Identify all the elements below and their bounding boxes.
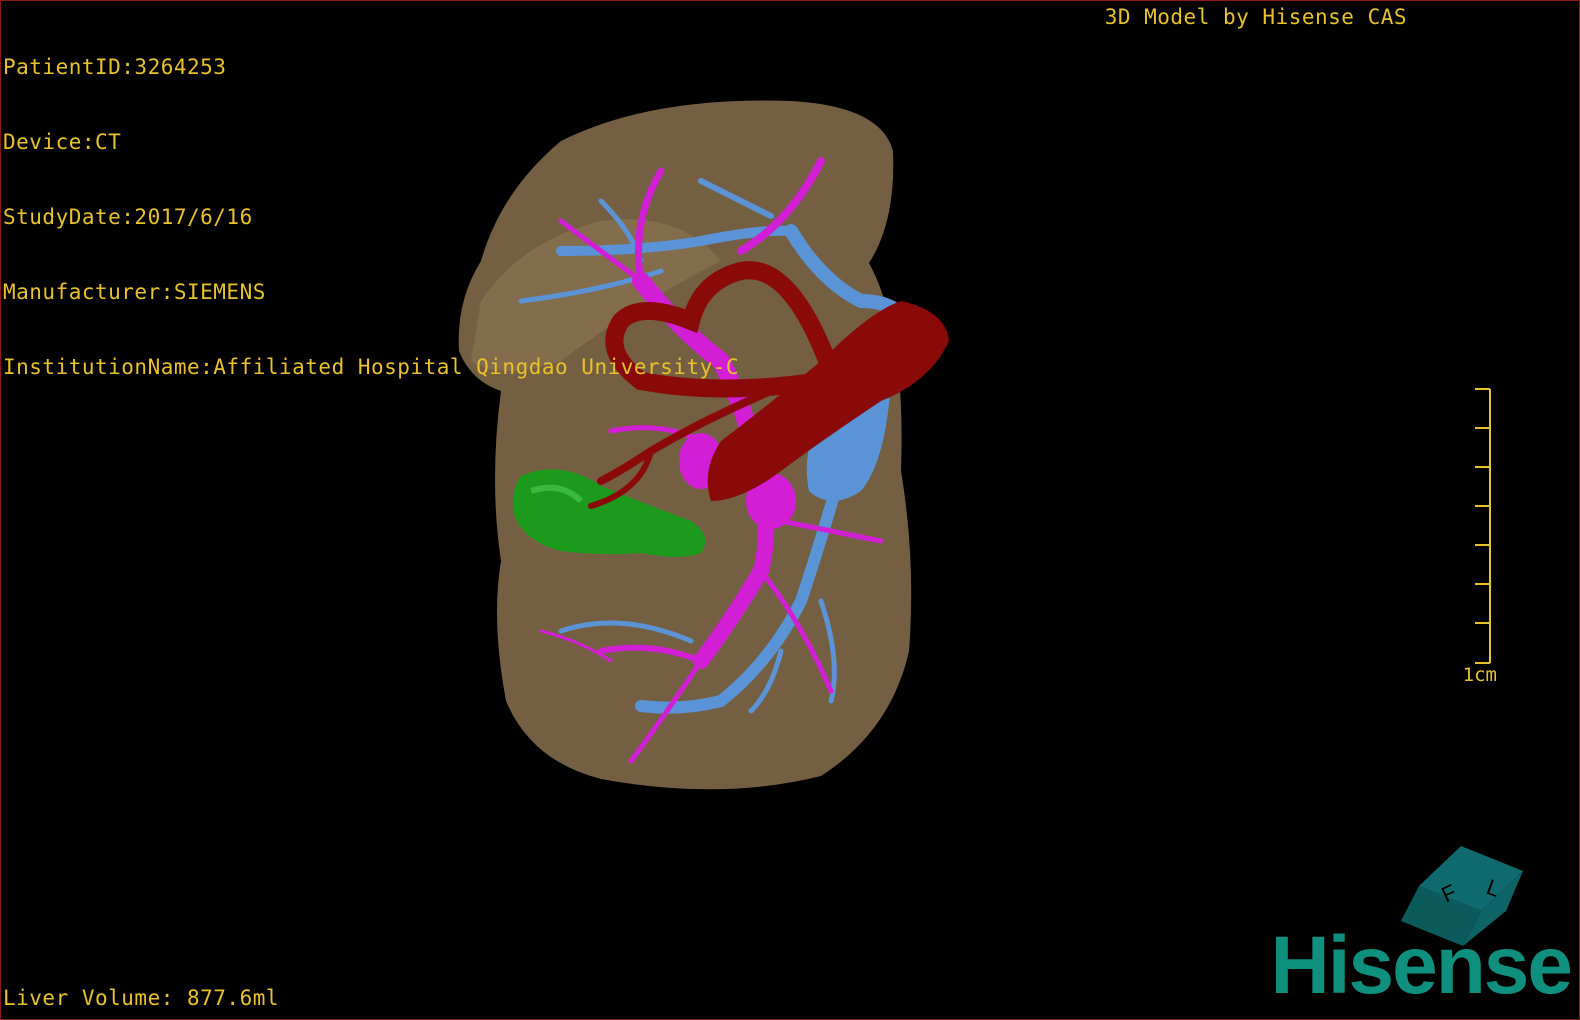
3d-viewport[interactable]: F L PatientID:3264253 Device:CT StudyDat… xyxy=(0,0,1580,1020)
institution-name: InstitutionName:Affiliated Hospital Qing… xyxy=(3,355,740,379)
hisense-logo: Hisense xyxy=(1270,920,1573,1011)
liver-volume: Liver Volume: 877.6ml xyxy=(3,986,280,1010)
scale-bar-label: 1cm xyxy=(1462,664,1497,686)
manufacturer: Manufacturer:SIEMENS xyxy=(3,280,266,304)
patient-id: PatientID:3264253 xyxy=(3,55,227,79)
scale-bar xyxy=(1475,388,1491,664)
model-title: 3D Model by Hisense CAS xyxy=(1104,5,1407,29)
device: Device:CT xyxy=(3,130,122,154)
patient-info: PatientID:3264253 Device:CT StudyDate:20… xyxy=(3,5,739,430)
study-date: StudyDate:2017/6/16 xyxy=(3,205,253,229)
